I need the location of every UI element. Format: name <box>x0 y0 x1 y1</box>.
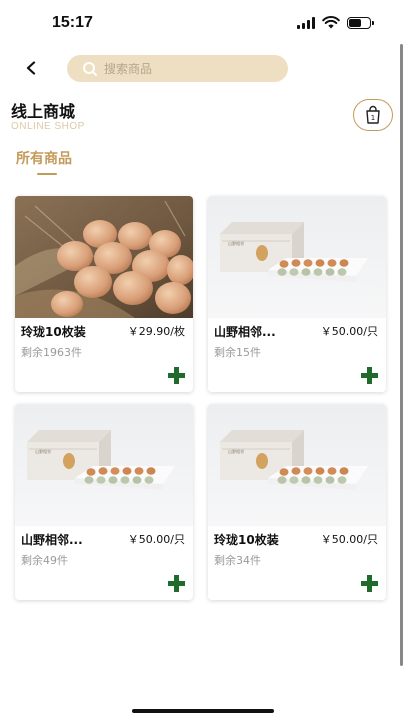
search-icon <box>83 61 97 76</box>
status-icons <box>297 16 374 29</box>
search-input[interactable] <box>104 61 254 76</box>
add-to-cart-plus-icon[interactable] <box>361 367 378 384</box>
back-button[interactable] <box>20 56 42 80</box>
tab-active-indicator <box>37 173 57 175</box>
cart-count: 1 <box>371 114 375 122</box>
battery-icon <box>347 16 374 29</box>
home-indicator[interactable] <box>132 709 274 713</box>
product-image <box>208 196 386 318</box>
product-image <box>15 404 193 526</box>
cart-button[interactable]: 1 <box>353 99 393 131</box>
product-price: ￥50.00/只 <box>127 533 185 546</box>
product-stock: 剩余34件 <box>214 554 261 567</box>
add-to-cart-plus-icon[interactable] <box>168 367 185 384</box>
product-price: ￥50.00/只 <box>320 533 378 546</box>
page-title: 线上商城 <box>11 102 76 121</box>
product-name: 山野相邻... <box>21 533 83 547</box>
page-subtitle: ONLINE SHOP <box>11 121 85 132</box>
product-image <box>15 196 193 318</box>
add-to-cart-plus-icon[interactable] <box>168 575 185 592</box>
status-bar: 15:17 <box>0 0 405 46</box>
tab-all-products[interactable]: 所有商品 <box>16 148 72 168</box>
product-stock: 剩余1963件 <box>21 346 82 359</box>
cellular-signal-icon <box>297 16 315 29</box>
product-card[interactable]: 玲珑10枚装 ￥29.90/枚 剩余1963件 <box>15 196 193 392</box>
product-image <box>208 404 386 526</box>
product-name: 玲珑10枚装 <box>21 325 86 339</box>
chevron-left-icon <box>26 61 36 75</box>
product-card[interactable]: 玲珑10枚装 ￥50.00/只 剩余34件 <box>208 404 386 600</box>
shopping-bag-icon: 1 <box>366 105 380 124</box>
scrollbar[interactable] <box>400 44 403 666</box>
product-card[interactable]: 山野相邻... ￥50.00/只 剩余15件 <box>208 196 386 392</box>
product-name: 玲珑10枚装 <box>214 533 279 547</box>
product-price: ￥29.90/枚 <box>127 325 185 338</box>
product-name: 山野相邻... <box>214 325 276 339</box>
search-bar[interactable] <box>67 55 288 82</box>
product-card[interactable]: 山野相邻... ￥50.00/只 剩余49件 <box>15 404 193 600</box>
product-stock: 剩余49件 <box>21 554 68 567</box>
wifi-icon <box>322 16 340 29</box>
add-to-cart-plus-icon[interactable] <box>361 575 378 592</box>
product-price: ￥50.00/只 <box>320 325 378 338</box>
product-stock: 剩余15件 <box>214 346 261 359</box>
status-time: 15:17 <box>52 14 93 31</box>
